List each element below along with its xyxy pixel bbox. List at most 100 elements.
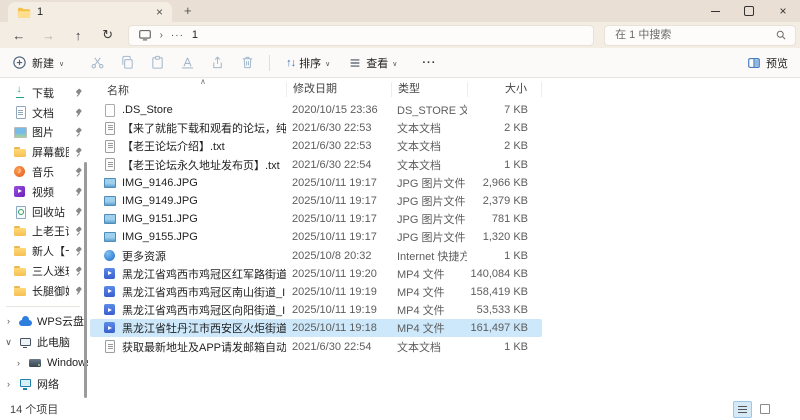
- file-row[interactable]: IMG_9146.JPG 2025/10/11 19:17 JPG 图片文件 2…: [90, 174, 542, 192]
- new-tab-button[interactable]: +: [184, 3, 192, 18]
- sidebar-item[interactable]: 视频: [0, 182, 88, 202]
- file-size: 1 KB: [467, 250, 542, 262]
- tab-close-button[interactable]: ×: [152, 5, 167, 20]
- sidebar-item-icon: [13, 106, 27, 120]
- sidebar-item[interactable]: 文档: [0, 103, 88, 123]
- preview-button[interactable]: 预览: [747, 55, 788, 71]
- file-name-cell: 【老王论坛介绍】.txt: [90, 138, 286, 154]
- sidebar-item[interactable]: 长腿御姐 舞蹈: [0, 281, 88, 301]
- pin-icon: [74, 88, 83, 97]
- file-date-modified: 2021/6/30 22:54: [286, 159, 391, 171]
- address-bar[interactable]: › ··· 1: [128, 25, 595, 46]
- view-button[interactable]: 查看 ∨: [348, 55, 397, 71]
- sort-button[interactable]: ↑↓ 排序 ∨: [286, 55, 330, 71]
- sidebar-item-icon: [13, 244, 27, 258]
- breadcrumb-current-folder[interactable]: 1: [192, 29, 198, 41]
- file-date-modified: 2021/6/30 22:53: [286, 122, 391, 134]
- file-row[interactable]: 黑龙江省牡丹江市西安区火炬街道_IMG_20250... 2025/10/11 …: [90, 319, 542, 337]
- preview-label: 预览: [766, 55, 788, 71]
- sidebar-item[interactable]: 屏幕截图: [0, 142, 88, 162]
- file-row[interactable]: 【来了就能下载和观看的论坛，纯免费！】.txt 2021/6/30 22:53 …: [90, 119, 542, 137]
- file-name-cell: IMG_9151.JPG: [90, 213, 286, 226]
- chevron-down-icon: ∨: [392, 60, 397, 68]
- sidebar-scrollbar[interactable]: [84, 162, 87, 398]
- expander-chevron-icon[interactable]: ∨: [4, 337, 13, 348]
- up-button[interactable]: ↑: [63, 28, 93, 43]
- rename-button[interactable]: [172, 55, 202, 70]
- sidebar-item[interactable]: 三人迷玩深圳: [0, 261, 88, 281]
- search-input[interactable]: [613, 28, 775, 42]
- file-type: JPG 图片文件: [391, 211, 467, 227]
- share-icon: [210, 55, 225, 70]
- file-date-modified: 2025/10/8 20:32: [286, 250, 391, 262]
- sort-label: 排序: [299, 55, 321, 71]
- sidebar-item-icon: [18, 335, 32, 349]
- file-row[interactable]: 获取最新地址及APP请发邮箱自动获取.txt 2021/6/30 22:54 文…: [90, 337, 542, 355]
- sidebar-item[interactable]: 回收站: [0, 202, 88, 222]
- sidebar-tree-item[interactable]: ∨ 此电脑: [0, 332, 88, 353]
- file-row[interactable]: 【老王论坛永久地址发布页】.txt 2021/6/30 22:54 文本文档 1…: [90, 156, 542, 174]
- sidebar-item-icon: [13, 185, 27, 199]
- thumbnail-view-button[interactable]: [755, 401, 774, 418]
- breadcrumb-ellipsis[interactable]: ···: [171, 30, 184, 41]
- explorer-tab[interactable]: 1 ×: [8, 2, 172, 22]
- file-row[interactable]: 黑龙江省鸡西市鸡冠区红军路街道_IMG_20250... 2025/10/11 …: [90, 265, 542, 283]
- sidebar-tree-item[interactable]: › WPS云盘: [0, 311, 88, 332]
- file-row[interactable]: 黑龙江省鸡西市鸡冠区南山街道_IMG_202508... 2025/10/11 …: [90, 283, 542, 301]
- column-header-size[interactable]: 大小: [467, 82, 542, 97]
- file-name-cell: IMG_9155.JPG: [90, 231, 286, 244]
- file-row[interactable]: .DS_Store 2020/10/15 23:36 DS_STORE 文件 7…: [90, 101, 542, 119]
- refresh-button[interactable]: ↻: [93, 27, 123, 43]
- column-headers: 名称 ∧ 修改日期 类型 大小: [90, 81, 800, 98]
- file-size: 781 KB: [467, 213, 542, 225]
- status-bar: 14 个项目: [0, 398, 800, 420]
- file-row[interactable]: 黑龙江省鸡西市鸡冠区向阳街道_IMG_202508... 2025/10/11 …: [90, 301, 542, 319]
- file-size: 7 KB: [467, 104, 542, 116]
- file-date-modified: 2021/6/30 22:54: [286, 341, 391, 353]
- sidebar-item-label: 回收站: [32, 204, 69, 220]
- minimize-button[interactable]: [698, 0, 732, 22]
- file-size: 2 KB: [467, 140, 542, 152]
- sidebar-item-label: 三人迷玩深圳: [32, 263, 69, 279]
- pin-icon: [74, 108, 83, 117]
- thumbnail-view-icon: [760, 404, 770, 414]
- file-row[interactable]: 【老王论坛介绍】.txt 2021/6/30 22:53 文本文档 2 KB: [90, 137, 542, 155]
- share-button[interactable]: [202, 55, 232, 70]
- paste-button[interactable]: [142, 55, 172, 70]
- sidebar-tree-item[interactable]: › 网络: [0, 374, 88, 395]
- back-button[interactable]: ←: [4, 28, 34, 43]
- file-row[interactable]: IMG_9149.JPG 2025/10/11 19:17 JPG 图片文件 2…: [90, 192, 542, 210]
- new-label: 新建: [32, 55, 54, 71]
- sidebar-item[interactable]: 新人【十七岁: [0, 241, 88, 261]
- maximize-button[interactable]: [732, 0, 766, 22]
- sidebar-item[interactable]: 上老王论坛当: [0, 222, 88, 242]
- cut-button[interactable]: [82, 55, 112, 70]
- new-button[interactable]: 新建 ∨: [12, 55, 64, 71]
- delete-button[interactable]: [232, 55, 262, 70]
- sidebar-tree-item[interactable]: › Windows-SSD: [0, 353, 88, 374]
- sidebar-item[interactable]: 图片: [0, 123, 88, 143]
- sidebar-item[interactable]: 下载: [0, 83, 88, 103]
- file-row[interactable]: 更多资源 2025/10/8 20:32 Internet 快捷方式 1 KB: [90, 247, 542, 265]
- expander-chevron-icon[interactable]: ›: [4, 379, 13, 389]
- file-size: 158,419 KB: [467, 286, 542, 298]
- forward-button[interactable]: →: [34, 28, 64, 43]
- items-count: 14 个项目: [10, 401, 58, 417]
- file-row[interactable]: IMG_9151.JPG 2025/10/11 19:17 JPG 图片文件 7…: [90, 210, 542, 228]
- column-header-name[interactable]: 名称 ∧: [90, 82, 286, 98]
- pin-icon: [74, 267, 83, 276]
- maximize-icon: [744, 6, 754, 16]
- close-button[interactable]: ×: [766, 0, 800, 22]
- more-options-button[interactable]: ···: [422, 57, 436, 69]
- expander-chevron-icon[interactable]: ›: [4, 316, 13, 326]
- sidebar-item-icon: [13, 284, 27, 298]
- details-view-button[interactable]: [733, 401, 752, 418]
- column-header-date[interactable]: 修改日期: [286, 82, 391, 97]
- title-bar: 1 × + ×: [0, 0, 800, 22]
- file-row[interactable]: IMG_9155.JPG 2025/10/11 19:17 JPG 图片文件 1…: [90, 228, 542, 246]
- column-header-type[interactable]: 类型: [391, 82, 467, 97]
- copy-button[interactable]: [112, 55, 142, 70]
- sort-ascending-icon: ∧: [200, 77, 206, 86]
- sidebar-item[interactable]: 音乐: [0, 162, 88, 182]
- expander-chevron-icon[interactable]: ›: [14, 358, 23, 368]
